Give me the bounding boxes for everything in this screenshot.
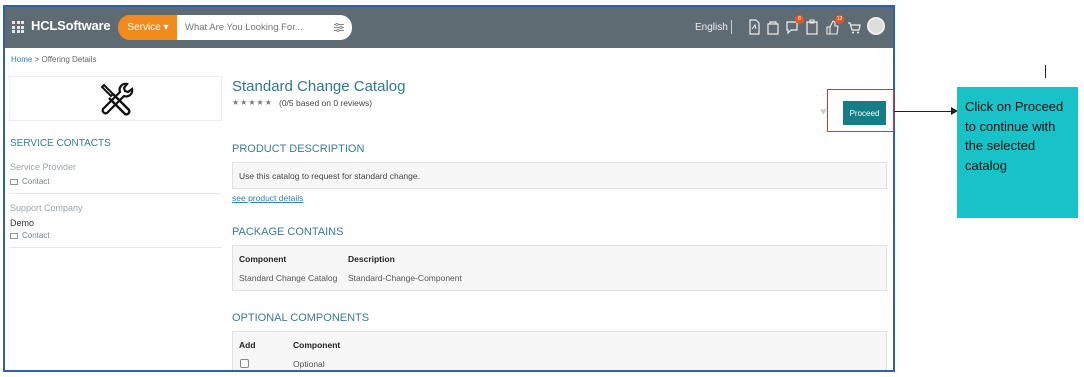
search-input[interactable] (185, 22, 335, 33)
package-description-cell: Standard-Change-Component (348, 273, 462, 283)
approvals-notification[interactable]: 12 (825, 15, 844, 35)
product-description-text: Use this catalog to request for standard… (239, 171, 420, 181)
sidebar-divider (9, 247, 222, 248)
breadcrumb-home-link[interactable]: Home (11, 55, 32, 64)
support-company-contact-text: Contact (22, 231, 50, 240)
app-window: HCLSoftware Service ▾ English (3, 5, 895, 372)
service-provider-label: Service Provider (10, 162, 77, 172)
clipboard-icon[interactable] (805, 19, 819, 35)
support-company-value: Demo (10, 218, 35, 228)
offering-logo (9, 76, 222, 121)
optional-components-table: Add Component Optional (232, 331, 887, 370)
text-cursor (1045, 65, 1046, 78)
chat-badge: 8 (795, 15, 804, 24)
optional-components-heading: OPTIONAL COMPONENTS (232, 312, 370, 324)
rating-stars: ★★★★★ (232, 98, 273, 107)
sidebar-divider (9, 193, 222, 194)
grid-menu-icon[interactable] (12, 21, 24, 33)
favorite-heart-icon[interactable]: ♥ (820, 106, 827, 118)
document-icon[interactable] (747, 19, 761, 35)
column-header-add: Add (239, 340, 256, 350)
proceed-highlight-box (827, 89, 894, 132)
top-navigation-bar: HCLSoftware Service ▾ English (5, 7, 893, 48)
annotation-note: Click on Proceed to continue with the se… (957, 87, 1078, 218)
service-provider-contact-link[interactable]: Contact (10, 177, 50, 186)
product-description-heading: PRODUCT DESCRIPTION (232, 143, 365, 155)
column-header-component: Component (293, 340, 341, 350)
chat-notification[interactable]: 8 (785, 15, 804, 35)
package-component-cell: Standard Change Catalog (239, 273, 338, 283)
cart-bag-icon[interactable] (766, 19, 780, 35)
service-contacts-heading: SERVICE CONTACTS (10, 138, 111, 149)
mail-icon (10, 178, 18, 185)
optional-add-checkbox[interactable] (240, 359, 249, 368)
mail-icon (10, 232, 18, 239)
column-header-component: Component (239, 254, 287, 264)
optional-component-cell: Optional (293, 359, 325, 369)
filter-icon[interactable] (334, 23, 344, 32)
breadcrumb-separator: > (34, 55, 40, 64)
see-product-details-link[interactable]: see product details (232, 193, 303, 203)
service-dropdown-button[interactable]: Service ▾ (118, 15, 178, 40)
reviews-summary: (0/5 based on 0 reviews) (279, 98, 373, 108)
topbar-divider (731, 20, 732, 34)
breadcrumb: Home > Offering Details (11, 55, 96, 64)
user-avatar[interactable] (867, 17, 885, 35)
offering-sidebar: SERVICE CONTACTS Service Provider Contac… (9, 76, 222, 248)
cart-icon[interactable] (847, 19, 861, 35)
service-provider-contact-text: Contact (22, 177, 50, 186)
language-selector[interactable]: English (695, 22, 728, 33)
support-company-contact-link[interactable]: Contact (10, 231, 50, 240)
wrench-screwdriver-icon (100, 82, 133, 115)
offering-title: Standard Change Catalog (232, 78, 406, 95)
breadcrumb-current: Offering Details (41, 55, 97, 64)
search-bar (177, 15, 352, 40)
support-company-label: Support Company (10, 203, 83, 213)
package-contains-heading: PACKAGE CONTAINS (232, 226, 344, 238)
package-contains-table: Component Description Standard Change Ca… (232, 245, 887, 291)
approvals-badge: 12 (835, 15, 844, 24)
column-header-description: Description (348, 254, 395, 264)
brand-logo[interactable]: HCLSoftware (31, 18, 111, 33)
annotation-arrow (894, 111, 956, 112)
product-description-box: Use this catalog to request for standard… (232, 162, 887, 189)
